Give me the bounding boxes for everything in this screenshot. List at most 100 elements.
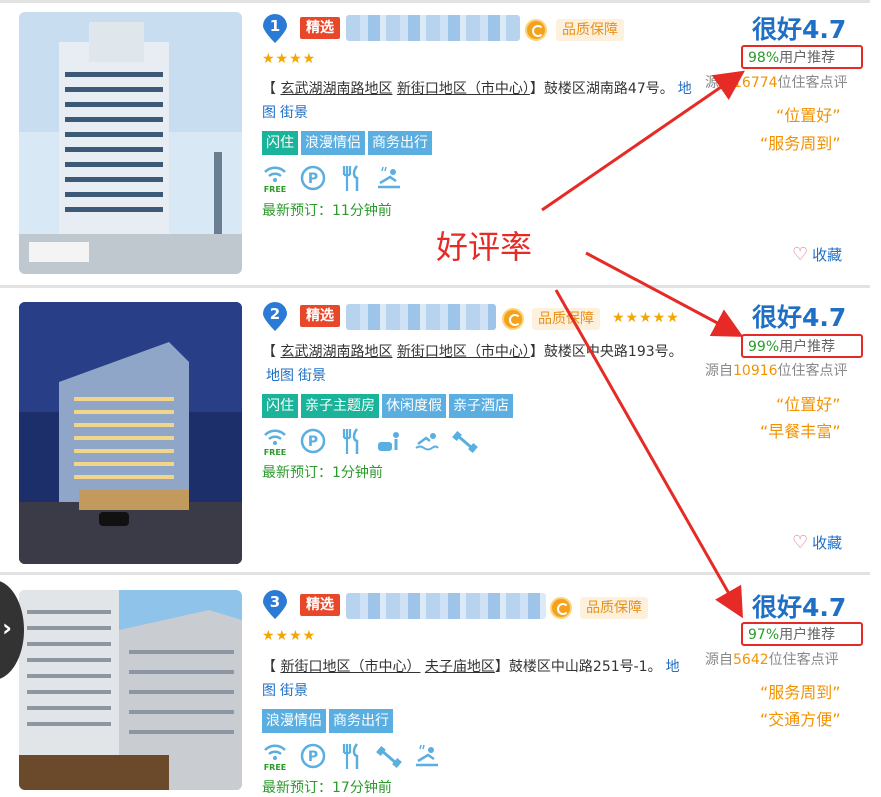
review-score: 很好4.7 (752, 303, 847, 332)
recommend-percent: 99% (748, 339, 780, 355)
favorite-label: 收藏 (812, 246, 843, 264)
review-count[interactable]: 源自16774位住客点评 (705, 72, 848, 92)
spa-icon (414, 741, 440, 771)
hotel-photo[interactable] (19, 302, 242, 564)
reviews-prefix: 源自 (705, 363, 733, 379)
recommend-label: 用户推荐 (779, 627, 836, 643)
review-quote: “服务周到” (760, 134, 841, 153)
quality-badge: 品质保障 (556, 19, 624, 41)
area-link[interactable]: 玄武湖湖南路地区 (280, 344, 392, 360)
amenity-icons: FREE P (262, 424, 478, 456)
tag[interactable]: 浪漫情侣 (301, 131, 365, 155)
area-link[interactable]: 玄武湖湖南路地区 (280, 81, 392, 97)
tag[interactable]: 商务出行 (368, 131, 432, 155)
reviews-prefix: 源自 (705, 75, 733, 91)
tag-list: 闪住 亲子主题房 休闲度假 亲子酒店 (262, 394, 513, 418)
reviews-suffix: 位住客点评 (768, 652, 839, 668)
streetview-link[interactable]: 街景 (298, 368, 326, 384)
tag-list: 闪住 浪漫情侣 商务出行 (262, 131, 432, 155)
recommend-percent: 98% (748, 50, 780, 66)
area-link[interactable]: 新街口地区（市中心） (280, 659, 420, 675)
svg-text:FREE: FREE (264, 185, 287, 193)
chevron-left-icon: › (2, 614, 12, 642)
reviews-number: 10916 (733, 363, 778, 379)
tag[interactable]: 休闲度假 (382, 394, 446, 418)
streetview-link[interactable]: 街景 (280, 105, 308, 121)
restaurant-icon (338, 163, 364, 193)
recommend-label: 用户推荐 (779, 339, 836, 355)
spa-icon (376, 163, 402, 193)
tag[interactable]: 亲子酒店 (449, 394, 513, 418)
parking-icon: P (300, 163, 326, 193)
review-score: 很好4.7 (752, 15, 847, 44)
tag[interactable]: 商务出行 (329, 709, 393, 733)
parking-icon: P (300, 741, 326, 771)
tag[interactable]: 闪住 (262, 131, 298, 155)
gold-medal-icon (550, 597, 572, 619)
recent-booking: 最新预订：1分钟前 (262, 465, 383, 481)
featured-badge: 精选 (300, 17, 340, 39)
amenity-icons: FREE P (262, 739, 440, 771)
star-rating: ★★★★ (262, 51, 317, 67)
featured-badge: 精选 (300, 594, 340, 616)
review-score: 很好4.7 (752, 593, 847, 622)
streetview-link[interactable]: 街景 (280, 683, 308, 699)
favorite-label: 收藏 (812, 534, 843, 552)
gold-medal-icon (525, 19, 547, 41)
amenity-icons: FREE P (262, 161, 402, 193)
review-quote: “服务周到” (760, 683, 841, 702)
hotel-card[interactable]: 1 精选 品质保障 ★★★★ 【 玄武湖湖南路地区 新街口地区（市中心）】鼓楼区… (0, 0, 870, 288)
recommend-rate: 99%用户推荐 (741, 334, 863, 358)
hotel-name-blurred[interactable] (346, 15, 520, 41)
svg-text:P: P (308, 171, 318, 187)
area-link[interactable]: 夫子庙地区 (425, 659, 495, 675)
tag[interactable]: 闪住 (262, 394, 298, 418)
rank-badge: 2 (262, 302, 288, 332)
favorite-button[interactable]: ♡ 收藏 (792, 532, 842, 553)
review-quote: “早餐丰富” (760, 422, 841, 441)
addr-bracket: 】 (494, 659, 509, 675)
review-quote: “位置好” (776, 395, 841, 414)
restaurant-icon (338, 426, 364, 456)
recommend-rate: 98%用户推荐 (741, 45, 863, 69)
reviews-number: 16774 (733, 75, 778, 91)
featured-badge: 精选 (300, 305, 340, 327)
hotel-photo[interactable] (19, 590, 242, 790)
addr-bracket: 】 (529, 344, 544, 360)
favorite-button[interactable]: ♡ 收藏 (792, 244, 842, 265)
gym-icon (452, 426, 478, 456)
rank-badge: 1 (262, 14, 288, 44)
map-link[interactable]: 地图 (266, 368, 294, 384)
restaurant-icon (338, 741, 364, 771)
review-count[interactable]: 源自10916位住客点评 (705, 360, 848, 380)
hotel-address: 【 玄武湖湖南路地区 新街口地区（市中心）】鼓楼区湖南路47号。 地图 街景 (262, 77, 692, 125)
wifi-free-icon: FREE (262, 741, 288, 771)
reviews-prefix: 源自 (705, 652, 733, 668)
hotel-name-blurred[interactable] (346, 304, 496, 330)
area-link[interactable]: 新街口地区（市中心） (397, 344, 530, 360)
business-center-icon (376, 426, 402, 456)
recommend-percent: 97% (748, 627, 780, 643)
street-address: 鼓楼区湖南路47号。 (543, 81, 674, 97)
hotel-card[interactable]: 3 精选 品质保障 ★★★★ 【 新街口地区（市中心） 夫子庙地区】鼓楼区中山路… (0, 576, 870, 796)
star-rating: ★★★★★ (612, 310, 680, 326)
street-address: 鼓楼区中山路251号-1。 (508, 659, 662, 675)
pool-icon (414, 426, 440, 456)
hotel-card[interactable]: 2 精选 品质保障 ★★★★★ 【 玄武湖湖南路地区 新街口地区（市中心）】鼓楼… (0, 288, 870, 575)
svg-text:P: P (308, 749, 318, 765)
quality-badge: 品质保障 (532, 308, 600, 330)
addr-bracket: 【 (262, 344, 281, 360)
tag[interactable]: 亲子主题房 (301, 394, 379, 418)
area-link[interactable]: 新街口地区（市中心） (397, 81, 530, 97)
annotation-label: 好评率 (436, 228, 533, 266)
reviews-number: 5642 (733, 652, 769, 668)
heart-icon: ♡ (792, 532, 809, 553)
review-count[interactable]: 源自5642位住客点评 (705, 649, 839, 669)
quality-badge: 品质保障 (580, 597, 648, 619)
hotel-photo[interactable] (19, 12, 242, 274)
reviews-suffix: 位住客点评 (777, 363, 848, 379)
parking-icon: P (300, 426, 326, 456)
tag-list: 浪漫情侣 商务出行 (262, 709, 393, 733)
tag[interactable]: 浪漫情侣 (262, 709, 326, 733)
hotel-name-blurred[interactable] (346, 593, 546, 619)
